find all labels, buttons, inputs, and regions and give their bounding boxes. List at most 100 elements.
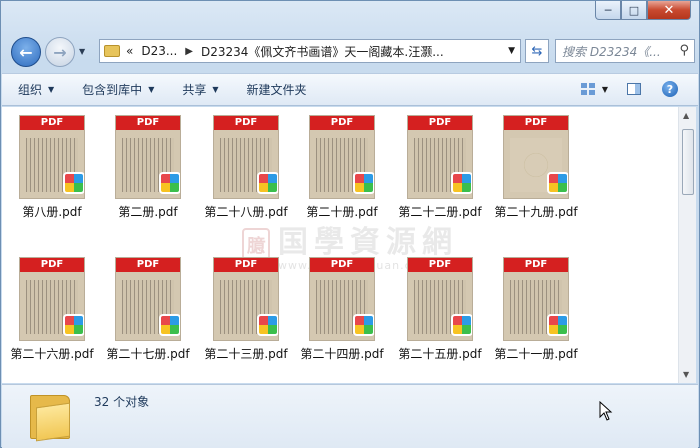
share-menu[interactable]: 共享 ▼ [182, 81, 218, 98]
pdf-thumbnail: PDF [115, 115, 181, 199]
pdf-label: PDF [214, 258, 278, 272]
pdf-app-icon [353, 314, 374, 336]
pdf-label: PDF [310, 116, 374, 130]
address-dropdown-icon[interactable]: ▼ [508, 46, 515, 56]
file-name: 第二十八册.pdf [204, 205, 288, 219]
back-button[interactable]: ← [11, 37, 41, 67]
file-item[interactable]: PDF 第八册.pdf [4, 115, 100, 220]
watermark-title: 国學資源網 [278, 225, 458, 260]
pdf-app-icon [159, 172, 180, 194]
pdf-app-icon [547, 314, 568, 336]
file-item[interactable]: PDF 第二十六册.pdf [4, 257, 100, 362]
scroll-up-icon[interactable]: ▲ [683, 111, 689, 120]
forward-button[interactable]: → [45, 37, 75, 67]
scroll-down-icon[interactable]: ▼ [683, 370, 689, 379]
file-name: 第二十七册.pdf [106, 347, 190, 361]
address-overflow[interactable]: « [126, 44, 133, 58]
preview-pane-button[interactable] [624, 80, 644, 98]
help-icon: ? [662, 81, 678, 97]
file-item[interactable]: PDF 第二十四册.pdf [294, 257, 390, 362]
include-in-library-label: 包含到库中 [82, 83, 143, 97]
maximize-button[interactable]: □ [621, 1, 647, 20]
file-item[interactable]: PDF 第二十九册.pdf [488, 115, 584, 220]
address-segment-current[interactable]: D23234《佩文齐书画谱》天一阁藏本.汪灏... [201, 43, 444, 60]
help-button[interactable]: ? [660, 80, 680, 98]
close-button[interactable]: ✕ [647, 1, 691, 20]
pdf-label: PDF [408, 116, 472, 130]
pdf-label: PDF [310, 258, 374, 272]
pdf-thumbnail: PDF [19, 115, 85, 199]
change-view-button[interactable] [578, 80, 598, 98]
organize-label: 组织 [18, 83, 43, 97]
pdf-app-icon [353, 172, 374, 194]
chevron-right-icon[interactable]: ▶ [185, 46, 193, 57]
pdf-label: PDF [20, 258, 84, 272]
minimize-button[interactable]: ─ [595, 1, 621, 20]
chevron-down-icon: ▼ [48, 85, 55, 94]
file-list[interactable]: 臆 国學資源網 www.guoxueziyuan.com PDF第八册.pdfP… [2, 107, 678, 383]
address-segment-parent[interactable]: D23... [141, 44, 177, 58]
folder-icon [104, 45, 120, 57]
file-item[interactable]: PDF 第二十八册.pdf [198, 115, 294, 220]
chevron-down-icon: ▼ [148, 85, 155, 94]
pdf-label: PDF [504, 116, 568, 130]
pdf-thumbnail: PDF [503, 257, 569, 341]
mouse-cursor-icon [599, 401, 613, 421]
scrollbar-thumb[interactable] [682, 129, 694, 195]
include-in-library-menu[interactable]: 包含到库中 ▼ [82, 81, 154, 98]
folder-icon [30, 393, 70, 442]
file-name: 第二十册.pdf [306, 205, 378, 219]
file-name: 第八册.pdf [22, 205, 82, 219]
toolbar-view-controls: ▼ ? [562, 80, 680, 98]
caption-buttons: ─ □ ✕ [595, 1, 691, 20]
pdf-app-icon [451, 172, 472, 194]
command-toolbar: 组织 ▼ 包含到库中 ▼ 共享 ▼ 新建文件夹 ▼ ? [2, 73, 698, 106]
details-pane: 32 个对象 [2, 384, 698, 448]
vertical-scrollbar[interactable]: ▲ ▼ [678, 107, 696, 383]
pdf-app-icon [63, 314, 84, 336]
pdf-thumbnail: PDF [503, 115, 569, 199]
file-item[interactable]: PDF 第二册.pdf [100, 115, 196, 220]
pdf-app-icon [257, 172, 278, 194]
explorer-window: ─ □ ✕ ← → ▼ « D23... ▶ D23234《佩文齐书画谱》天一阁… [0, 0, 700, 448]
view-options-dropdown[interactable]: ▼ [602, 85, 608, 94]
organize-menu[interactable]: 组织 ▼ [18, 81, 54, 98]
pdf-label: PDF [214, 116, 278, 130]
pdf-label: PDF [116, 258, 180, 272]
file-item[interactable]: PDF 第二十三册.pdf [198, 257, 294, 362]
new-folder-label: 新建文件夹 [246, 83, 307, 97]
file-name: 第二十三册.pdf [204, 347, 288, 361]
search-input[interactable]: 搜索 D23234《... ⚲ [555, 39, 695, 63]
pdf-app-icon [451, 314, 472, 336]
search-placeholder: 搜索 D23234《... [562, 44, 661, 59]
file-name: 第二十九册.pdf [494, 205, 578, 219]
file-item[interactable]: PDF 第二十二册.pdf [392, 115, 488, 220]
search-icon[interactable]: ⚲ [679, 43, 689, 58]
pdf-thumbnail: PDF [213, 257, 279, 341]
file-name: 第二十六册.pdf [10, 347, 94, 361]
pdf-label: PDF [20, 116, 84, 130]
pdf-label: PDF [504, 258, 568, 272]
item-count: 32 个对象 [94, 395, 150, 409]
pdf-label: PDF [408, 258, 472, 272]
file-item[interactable]: PDF 第二十一册.pdf [488, 257, 584, 362]
pdf-thumbnail: PDF [309, 115, 375, 199]
pdf-thumbnail: PDF [213, 115, 279, 199]
chevron-down-icon: ▼ [212, 85, 219, 94]
file-name: 第二十一册.pdf [494, 347, 578, 361]
file-item[interactable]: PDF 第二十五册.pdf [392, 257, 488, 362]
pdf-app-icon [257, 314, 278, 336]
file-item[interactable]: PDF 第二十册.pdf [294, 115, 390, 220]
address-bar[interactable]: « D23... ▶ D23234《佩文齐书画谱》天一阁藏本.汪灏... ▼ [99, 39, 521, 63]
refresh-button[interactable]: ⇆ [525, 39, 549, 63]
pdf-thumbnail: PDF [407, 257, 473, 341]
pdf-label: PDF [116, 116, 180, 130]
pdf-thumbnail: PDF [407, 115, 473, 199]
file-name: 第二十五册.pdf [398, 347, 482, 361]
navigation-bar: ← → ▼ « D23... ▶ D23234《佩文齐书画谱》天一阁藏本.汪灏.… [7, 35, 695, 67]
pdf-app-icon [63, 172, 84, 194]
file-item[interactable]: PDF 第二十七册.pdf [100, 257, 196, 362]
new-folder-button[interactable]: 新建文件夹 [247, 81, 307, 98]
file-name: 第二十二册.pdf [398, 205, 482, 219]
recent-locations-dropdown[interactable]: ▼ [79, 47, 85, 56]
